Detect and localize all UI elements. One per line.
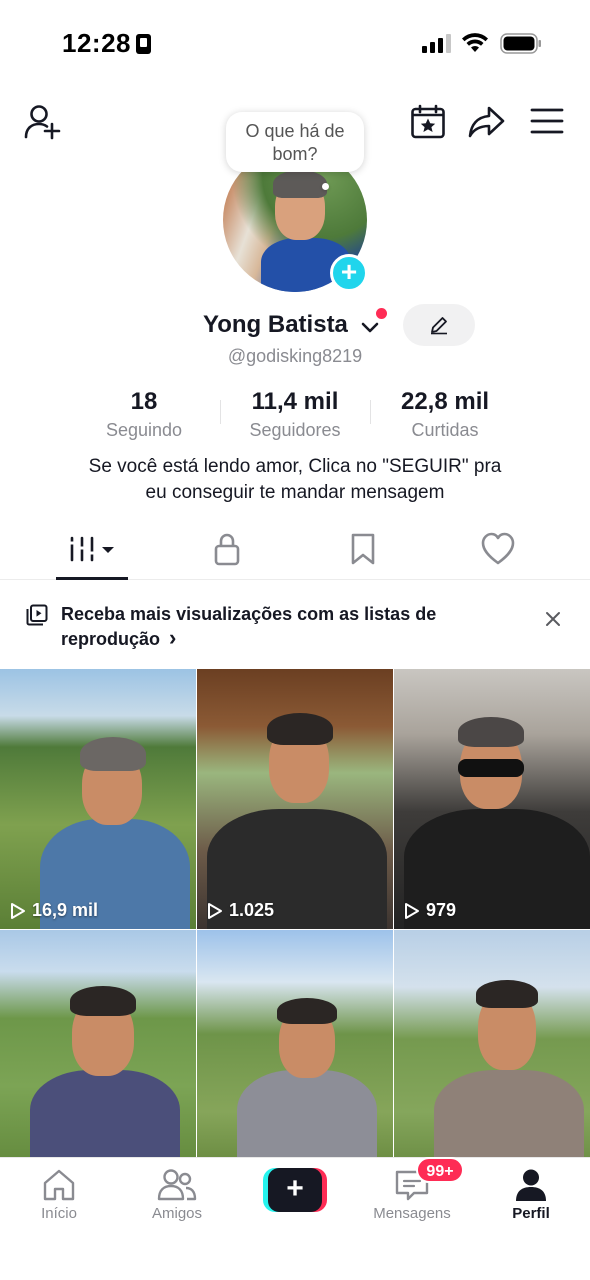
- nav-label: Amigos: [151, 1205, 203, 1222]
- create-button[interactable]: +: [263, 1168, 327, 1212]
- video-thumbnail[interactable]: 16,9 mil: [0, 669, 196, 929]
- playlist-promo-banner[interactable]: Receba mais visualizações com as listas …: [0, 590, 590, 656]
- status-bubble[interactable]: O que há de bom?: [226, 112, 364, 172]
- nav-friends[interactable]: Amigos: [122, 1158, 232, 1238]
- share-icon[interactable]: [468, 104, 506, 140]
- video-grid: 16,9 mil 1.025 979: [0, 669, 590, 1157]
- stat-label: Seguindo: [105, 420, 183, 440]
- calendar-star-icon[interactable]: [410, 104, 446, 140]
- view-count: 979: [404, 900, 456, 921]
- nav-home[interactable]: Início: [4, 1158, 114, 1238]
- stat-following[interactable]: 18 Seguindo: [94, 388, 194, 441]
- cellular-signal-icon: [422, 34, 451, 53]
- profile-handle: @godisking8219: [227, 346, 363, 366]
- view-count: 16,9 mil: [10, 900, 98, 921]
- nav-profile[interactable]: Perfil: [476, 1158, 586, 1238]
- pencil-icon: [431, 317, 447, 335]
- video-thumbnail[interactable]: 1.025: [197, 669, 393, 929]
- video-thumbnail[interactable]: [0, 930, 196, 1157]
- add-friend-icon[interactable]: [24, 104, 62, 140]
- bio-line: Se você está lendo amor, Clica no "SEGUI…: [88, 456, 502, 477]
- messages-badge: 99+: [416, 1157, 464, 1183]
- play-icon: [208, 902, 222, 919]
- stat-value: 18: [130, 388, 158, 415]
- edit-profile-button[interactable]: [403, 304, 475, 346]
- video-thumbnail[interactable]: [197, 930, 393, 1157]
- grid-filter-icon: [68, 536, 114, 562]
- view-count-text: 16,9 mil: [32, 900, 99, 920]
- nav-label: Início: [41, 1205, 77, 1222]
- stat-value: 22,8 mil: [400, 388, 490, 415]
- tab-videos[interactable]: [56, 528, 128, 580]
- name-row: Yong Batista: [0, 307, 590, 343]
- nav-label: Perfil: [512, 1205, 550, 1222]
- bottom-navigation: Início Amigos + Mensagens Perfil: [0, 1157, 590, 1280]
- close-icon[interactable]: [544, 610, 562, 628]
- bio-line: eu conseguir te mandar mensagem: [145, 482, 445, 503]
- stat-value: 11,4 mil: [251, 388, 339, 415]
- chevron-right-icon: ›: [169, 625, 177, 650]
- content-tabs: [0, 528, 590, 580]
- sim-card-icon: [136, 34, 151, 54]
- video-thumbnail[interactable]: 979: [394, 669, 590, 929]
- playlist-icon: [26, 604, 48, 626]
- friends-icon: [157, 1169, 197, 1201]
- stat-label: Curtidas: [411, 420, 479, 440]
- stat-followers[interactable]: 11,4 mil Seguidores: [235, 388, 355, 441]
- view-count-text: 1.025: [229, 900, 275, 920]
- battery-icon: [500, 33, 541, 54]
- chevron-down-icon[interactable]: [361, 321, 379, 335]
- profile-bio: Se você está lendo amor, Clica no "SEGUI…: [40, 454, 550, 506]
- play-icon: [405, 902, 419, 919]
- lock-icon[interactable]: [212, 528, 242, 578]
- profile-icon: [516, 1169, 546, 1201]
- menu-icon[interactable]: [530, 106, 564, 136]
- plus-icon: +: [268, 1168, 322, 1212]
- bubble-tail: [322, 183, 329, 190]
- stat-divider: [370, 400, 371, 424]
- wifi-icon: [462, 33, 488, 52]
- stat-label: Seguidores: [249, 420, 341, 440]
- active-tab-indicator: [56, 577, 128, 580]
- stat-divider: [220, 400, 221, 424]
- video-thumbnail[interactable]: [394, 930, 590, 1157]
- view-count: 1.025: [207, 900, 274, 921]
- profile-stats: 18 Seguindo 11,4 mil Seguidores 22,8 mil…: [0, 388, 590, 442]
- add-story-icon[interactable]: +: [330, 254, 368, 292]
- bookmark-icon[interactable]: [348, 528, 378, 578]
- view-count-text: 979: [426, 900, 457, 920]
- profile-name[interactable]: Yong Batista: [203, 311, 348, 339]
- notification-dot: [376, 308, 387, 319]
- banner-text: Receba mais visualizações com as listas …: [61, 604, 437, 650]
- status-bar: 12:28: [0, 0, 590, 88]
- nav-label: Mensagens: [373, 1205, 451, 1222]
- stat-likes[interactable]: 22,8 mil Curtidas: [385, 388, 505, 441]
- home-icon: [43, 1169, 75, 1201]
- play-icon: [11, 902, 25, 919]
- heart-icon[interactable]: [481, 528, 515, 578]
- status-time: 12:28: [62, 28, 131, 58]
